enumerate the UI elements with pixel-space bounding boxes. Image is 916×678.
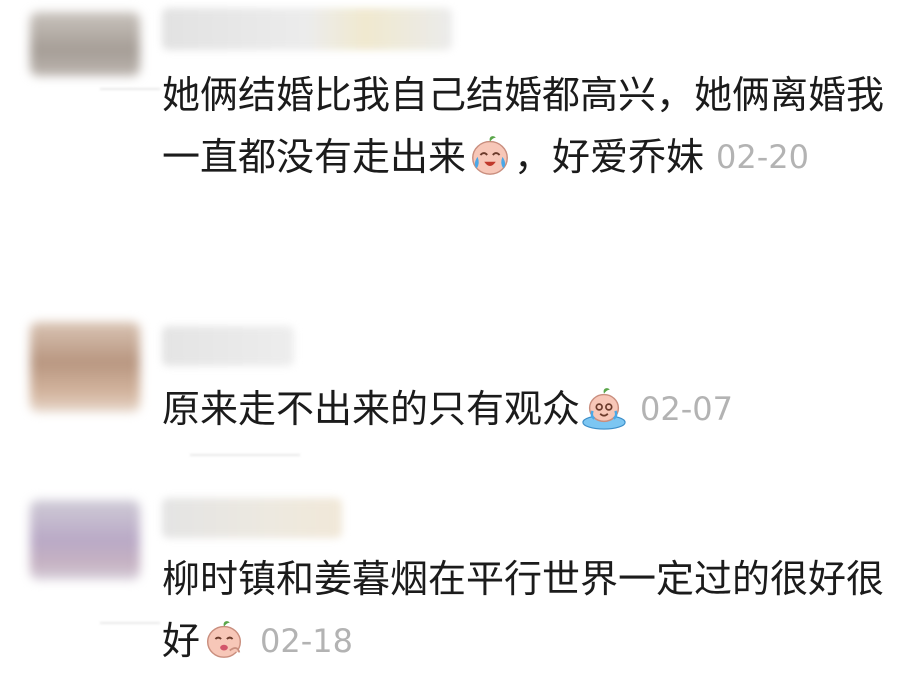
comment-text: 柳时镇和姜暮烟在平行世界一定过的很好很好 02-18 xyxy=(162,548,902,672)
avatar[interactable] xyxy=(30,500,140,580)
sobbing-puddle-emoji-icon xyxy=(582,388,626,430)
divider xyxy=(100,88,160,90)
username[interactable] xyxy=(162,8,452,50)
comment-text: 原来走不出来的只有观众 02-07 xyxy=(162,378,902,440)
avatar[interactable] xyxy=(30,12,140,76)
comment-timestamp: 02-18 xyxy=(260,622,353,660)
comment-text-part: ，好爱乔妹 xyxy=(514,135,705,179)
comment-timestamp: 02-20 xyxy=(716,138,810,176)
comment-text: 她俩结婚比我自己结婚都高兴，她俩离婚我一直都没有走出来 ，好爱乔妹 02-20 xyxy=(162,64,902,188)
crying-face-emoji-icon xyxy=(472,136,508,175)
username[interactable] xyxy=(162,326,294,366)
comment-timestamp: 02-07 xyxy=(640,390,733,428)
divider xyxy=(100,622,160,624)
divider xyxy=(190,454,300,456)
avatar[interactable] xyxy=(30,322,140,412)
username[interactable] xyxy=(162,498,342,538)
cheeky-face-emoji-icon xyxy=(207,621,242,658)
comment-text-part: 原来走不出来的只有观众 xyxy=(162,387,581,431)
comment-list: 她俩结婚比我自己结婚都高兴，她俩离婚我一直都没有走出来 ，好爱乔妹 02-20 原… xyxy=(0,0,916,678)
